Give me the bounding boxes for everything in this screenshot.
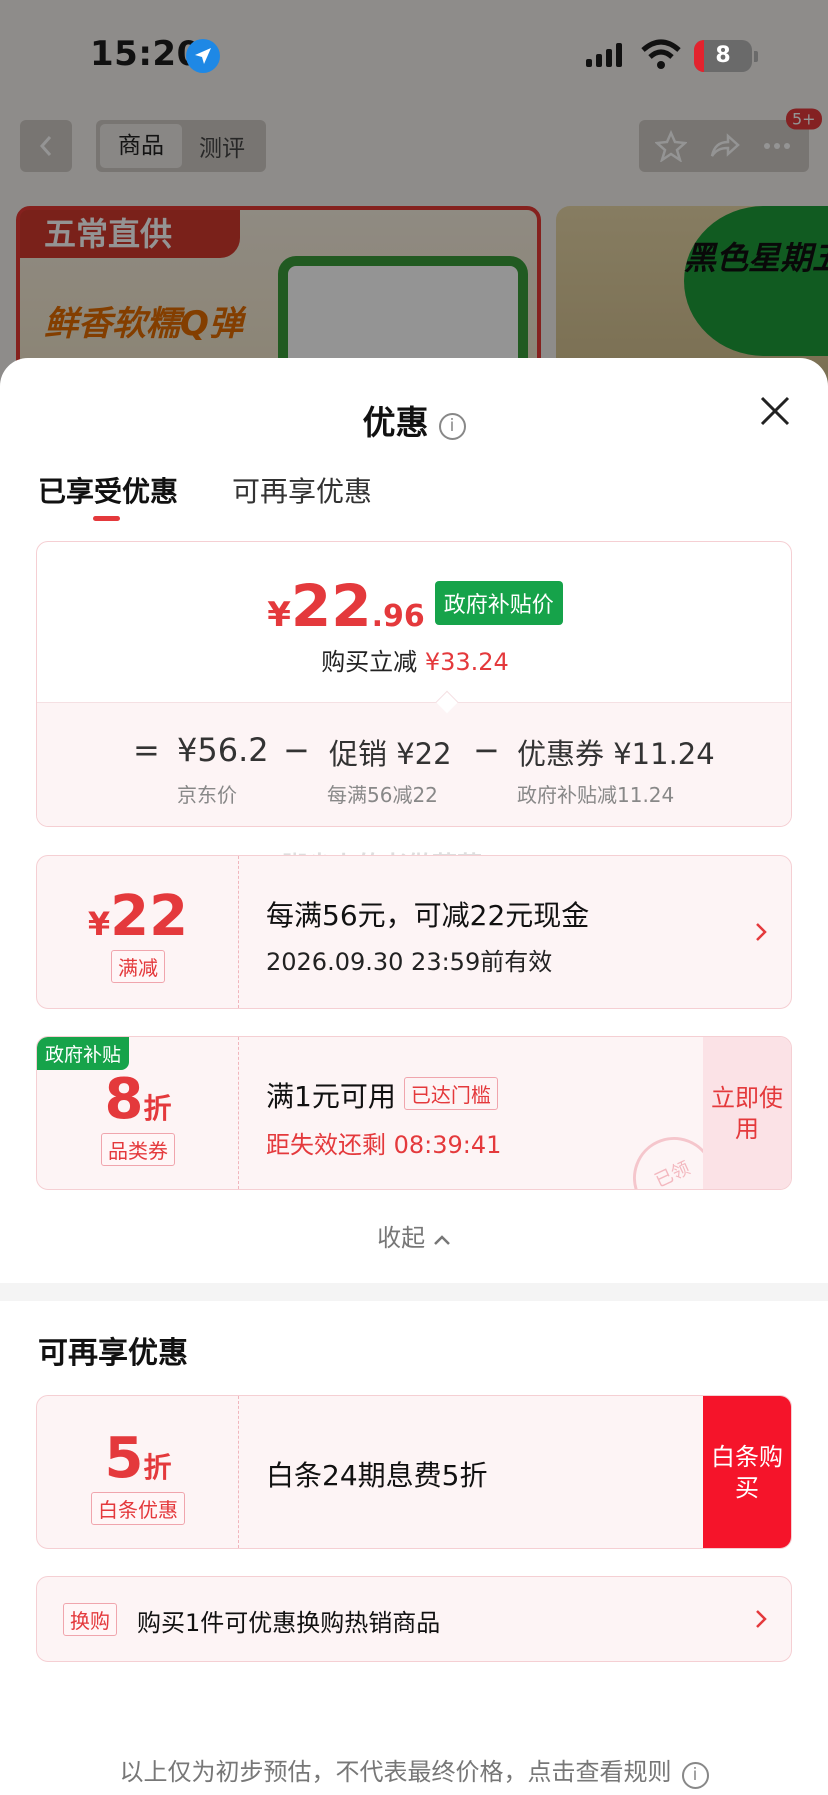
exchange-offer-row[interactable]: 换购 购买1件可优惠换购热销商品 — [36, 1576, 792, 1662]
wifi-icon — [641, 39, 681, 69]
cellular-signal-icon — [586, 43, 622, 67]
jd-price: ¥56.2 — [177, 731, 269, 769]
chevron-up-icon — [433, 1235, 450, 1245]
coupon-title: 满1元可用 已达门槛 — [266, 1075, 498, 1115]
use-now-button[interactable]: 立即使用 — [703, 1037, 791, 1189]
exchange-text: 购买1件可优惠换购热销商品 — [137, 1609, 441, 1637]
price-breakdown: = ¥56.2 京东价 − 促销 ¥22 每满56减22 − 优惠券 ¥11.2… — [37, 702, 791, 826]
sheet-title: 优惠 i — [0, 396, 828, 444]
total-reduction: 购买立减 ¥33.24 — [321, 648, 509, 676]
baitiao-offer-card: 5折 白条优惠 白条24期息费5折 白条购买 — [36, 1395, 792, 1549]
collapse-toggle[interactable]: 收起 — [0, 1218, 828, 1253]
status-time: 15:20 — [90, 34, 201, 74]
threshold-reached-badge: 已达门槛 — [403, 1077, 498, 1110]
minus-sign: − — [283, 731, 310, 769]
active-tab-indicator — [93, 516, 120, 521]
final-price: ¥22.96 政府补贴价 — [37, 572, 791, 640]
baitiao-value: 5折 — [104, 1426, 172, 1491]
close-icon[interactable] — [758, 394, 792, 428]
promo-amount: 促销 ¥22 — [329, 737, 452, 771]
chevron-right-icon[interactable] — [755, 922, 767, 942]
battery-level: 8 — [715, 43, 731, 68]
coupon-title: 每满56元，可减22元现金 — [266, 899, 590, 932]
tab-enjoyed-discounts[interactable]: 已享受优惠 — [38, 470, 178, 510]
battery-icon: 8 — [694, 40, 752, 72]
tab-more-discounts[interactable]: 可再享优惠 — [232, 470, 372, 510]
info-icon[interactable]: i — [438, 413, 466, 440]
chevron-right-icon[interactable] — [755, 1609, 767, 1629]
equals-sign: = — [133, 731, 160, 769]
coupon-value: 8折 — [104, 1067, 172, 1132]
coupon-type-label: 满减 — [111, 950, 165, 983]
coupon-category: 政府补贴 8折 品类券 满1元可用 已达门槛 距失效还剩 08:39:41 已领 … — [36, 1036, 792, 1190]
subsidy-price-tag: 政府补贴价 — [434, 581, 563, 625]
baitiao-label: 白条优惠 — [91, 1492, 185, 1525]
promo-label: 每满56减22 — [327, 783, 438, 807]
coupon-expiry: 2026.09.30 23:59前有效 — [266, 948, 553, 976]
jd-price-label: 京东价 — [177, 783, 237, 807]
location-arrow-icon — [186, 39, 220, 73]
baitiao-buy-button[interactable]: 白条购买 — [703, 1396, 791, 1548]
coupon-amount: 优惠券 ¥11.24 — [517, 737, 715, 771]
coupon-value: ¥22 — [87, 884, 189, 949]
coupon-countdown: 距失效还剩 08:39:41 — [266, 1131, 502, 1159]
info-icon[interactable]: i — [681, 1762, 709, 1789]
exchange-tag: 换购 — [63, 1603, 117, 1636]
more-discounts-title: 可再享优惠 — [38, 1336, 188, 1371]
baitiao-title: 白条24期息费5折 — [266, 1459, 488, 1492]
section-divider — [0, 1283, 828, 1301]
minus-sign: − — [473, 731, 500, 769]
coupon-label: 政府补贴减11.24 — [517, 783, 675, 807]
coupon-full-reduction[interactable]: ¥22 满减 每满56元，可减22元现金 2026.09.30 23:59前有效 — [36, 855, 792, 1009]
status-bar: 15:20 8 — [0, 0, 828, 110]
disclaimer-footnote[interactable]: 以上仅为初步预估，不代表最终价格，点击查看规则 i — [0, 1752, 828, 1789]
price-summary-card: ¥22.96 政府补贴价 购买立减 ¥33.24 = ¥56.2 京东价 − 促销… — [36, 541, 792, 827]
coupon-type-label: 品类券 — [101, 1133, 175, 1166]
